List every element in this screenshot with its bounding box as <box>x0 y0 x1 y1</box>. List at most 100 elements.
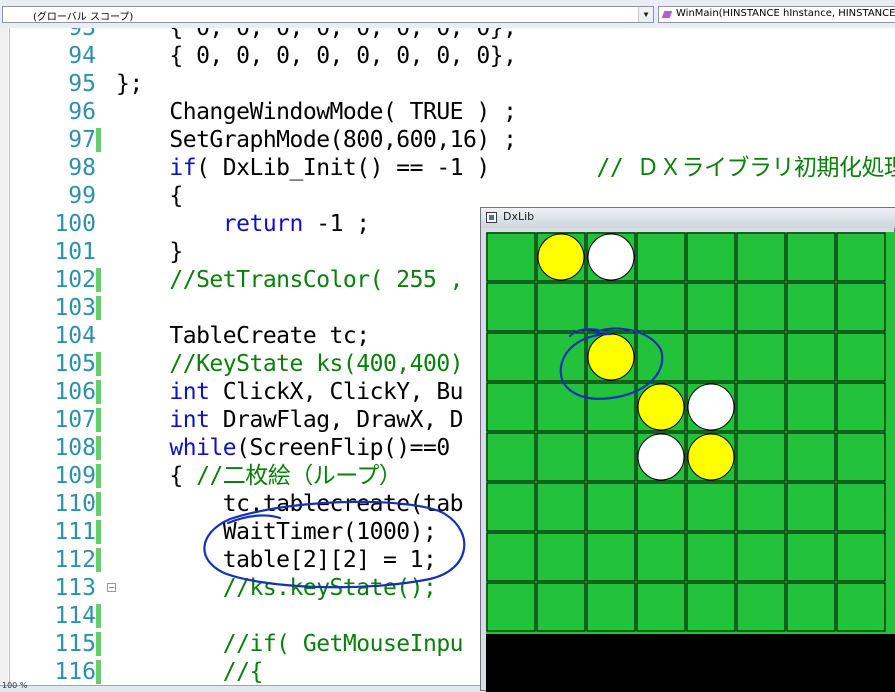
board-cell[interactable] <box>636 482 686 532</box>
board-cell[interactable] <box>836 382 886 432</box>
board-cell[interactable] <box>636 282 686 332</box>
board-cell[interactable] <box>586 432 636 482</box>
board-cell[interactable] <box>636 332 686 382</box>
yellow-piece <box>537 233 585 281</box>
board-cell[interactable] <box>736 432 786 482</box>
board-cell[interactable] <box>536 532 586 582</box>
board-cell[interactable] <box>836 482 886 532</box>
change-marker <box>96 436 101 460</box>
board-cell[interactable] <box>636 532 686 582</box>
board-cell[interactable] <box>686 282 736 332</box>
code-token: SetGraphMode(800,600,16) ; <box>116 127 517 153</box>
board-cell[interactable] <box>686 482 736 532</box>
code-text: { 0, 0, 0, 0, 0, 0, 0, 0}, <box>116 28 517 42</box>
code-token: (ScreenFlip()==0 <box>236 435 450 461</box>
board-cell[interactable] <box>686 332 736 382</box>
board-cell[interactable] <box>586 532 636 582</box>
board-cell[interactable] <box>736 332 786 382</box>
board-cell[interactable] <box>486 382 536 432</box>
board-cell[interactable] <box>736 232 786 282</box>
board-cell[interactable] <box>486 532 536 582</box>
board-cell[interactable] <box>786 332 836 382</box>
board-cell[interactable] <box>636 582 686 632</box>
board-cell[interactable] <box>836 532 886 582</box>
board-cell[interactable] <box>486 432 536 482</box>
line-number: 104 <box>54 323 96 349</box>
board-cell[interactable] <box>686 532 736 582</box>
board-cell[interactable] <box>536 282 586 332</box>
board-cell[interactable] <box>836 332 886 382</box>
white-piece <box>687 383 735 431</box>
board-cell[interactable] <box>836 282 886 332</box>
board-cell[interactable] <box>486 232 536 282</box>
line-number: 106 <box>54 379 96 405</box>
code-token: ClickX, ClickY, Bu <box>209 379 464 405</box>
board-cell[interactable] <box>786 432 836 482</box>
line-number: 101 <box>54 239 96 265</box>
board-cell[interactable] <box>786 232 836 282</box>
dxlib-client-area[interactable] <box>486 232 895 692</box>
board-cell[interactable] <box>736 382 786 432</box>
code-token: DrawFlag, DrawX, D <box>209 407 464 433</box>
board-cell[interactable] <box>786 482 836 532</box>
board-cell[interactable] <box>836 582 886 632</box>
board-cell[interactable] <box>486 282 536 332</box>
board-cell[interactable] <box>586 482 636 532</box>
dxlib-window[interactable]: DxLib <box>480 207 895 692</box>
code-token: { <box>116 183 183 209</box>
board-cell[interactable] <box>836 432 886 482</box>
change-marker <box>96 380 101 404</box>
board-cell[interactable] <box>636 232 686 282</box>
board-cell[interactable] <box>736 482 786 532</box>
board-cell[interactable] <box>536 382 586 432</box>
board-cell[interactable] <box>686 232 736 282</box>
board-cell[interactable] <box>736 532 786 582</box>
line-number: 108 <box>54 435 96 461</box>
function-dropdown[interactable]: WinMain(HINSTANCE hInstance, HINSTANCE <box>658 6 895 23</box>
board-cell[interactable] <box>536 482 586 532</box>
board-cell[interactable] <box>836 232 886 282</box>
board-cell[interactable] <box>486 582 536 632</box>
comment-token: // ＤＸライブラリ初期化処理 <box>596 155 895 181</box>
board-cell[interactable] <box>536 432 586 482</box>
board-cell[interactable] <box>586 282 636 332</box>
board-cell[interactable] <box>736 582 786 632</box>
line-number: 112 <box>54 547 96 573</box>
change-marker <box>96 352 101 376</box>
line-number: 113 <box>54 575 96 601</box>
board-cell[interactable] <box>486 482 536 532</box>
board-cell[interactable] <box>586 582 636 632</box>
board-cell[interactable] <box>586 382 636 432</box>
board-cell[interactable] <box>536 582 586 632</box>
gutter-divider <box>9 28 10 685</box>
collapse-icon[interactable]: − <box>107 583 116 592</box>
code-text: //KeyState ks(400,400) <box>116 350 463 378</box>
board-cell[interactable] <box>486 332 536 382</box>
change-marker <box>96 632 101 656</box>
board-cell[interactable] <box>686 582 736 632</box>
code-text: { 0, 0, 0, 0, 0, 0, 0, 0}, <box>116 42 517 70</box>
scope-dropdown[interactable]: (グローバル スコープ) ▼ <box>2 6 654 23</box>
comment-token: //二枚絵（ループ） <box>196 463 402 489</box>
chevron-down-icon[interactable]: ▼ <box>638 7 653 22</box>
change-marker <box>96 408 101 432</box>
board-cell[interactable] <box>786 582 836 632</box>
dxlib-title-bar[interactable]: DxLib <box>481 208 895 228</box>
code-token: tc.tablecreate(tab <box>116 491 464 517</box>
yellow-piece <box>637 383 685 431</box>
code-text: } <box>116 238 183 266</box>
board-cell[interactable] <box>786 382 836 432</box>
code-token: TableCreate tc; <box>116 323 370 349</box>
board-cell[interactable] <box>736 282 786 332</box>
line-number: 115 <box>54 631 96 657</box>
zoom-level[interactable]: 100 % <box>2 681 27 690</box>
code-text: //ks.keyState(); <box>116 574 437 602</box>
board-cell[interactable] <box>786 282 836 332</box>
game-board[interactable] <box>486 232 895 634</box>
yellow-piece <box>687 433 735 481</box>
board-cell[interactable] <box>786 532 836 582</box>
line-number: 94 <box>68 43 96 69</box>
code-text: while(ScreenFlip()==0 <box>116 434 450 462</box>
